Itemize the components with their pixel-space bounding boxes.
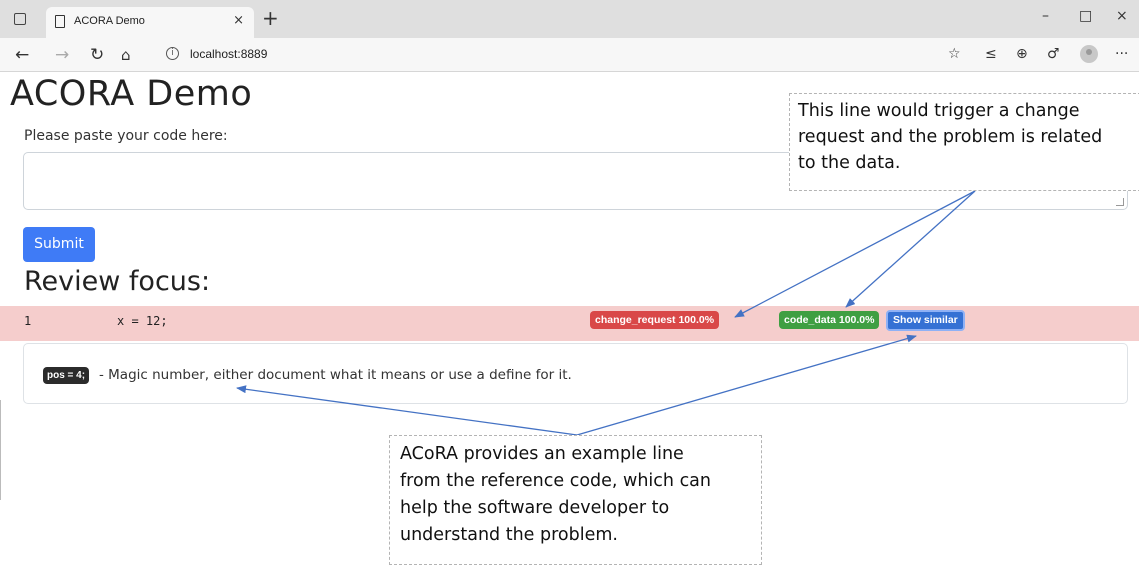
extensions-icon[interactable]: ♂ <box>1047 46 1060 62</box>
maximize-button[interactable]: □ <box>1079 8 1092 24</box>
back-icon[interactable]: ← <box>15 45 29 65</box>
result-row <box>0 306 1139 341</box>
home-icon[interactable]: ⌂ <box>121 46 131 64</box>
code-data-badge: code_data 100.0% <box>779 311 880 329</box>
callout-line: request and the problem is related <box>798 127 1103 147</box>
viewport-border <box>0 400 1 500</box>
pos-badge: pos = 4; <box>43 367 90 384</box>
reload-icon[interactable]: ↻ <box>90 45 104 65</box>
url-field[interactable]: i localhost:8889 <box>152 42 938 68</box>
page-title: ACORA Demo <box>10 74 253 114</box>
close-window-button[interactable]: × <box>1116 8 1128 24</box>
tab-bar: ACORA Demo × + – □ × <box>0 0 1139 38</box>
new-tab-button[interactable]: + <box>262 8 279 28</box>
profile-icon[interactable] <box>1080 45 1098 63</box>
page-icon <box>55 15 65 28</box>
callout-change-request: This line would trigger a change request… <box>789 93 1139 191</box>
more-icon[interactable]: ··· <box>1115 46 1128 62</box>
callout-line: from the reference code, which can <box>400 471 712 491</box>
show-similar-button[interactable]: Show similar <box>886 310 965 331</box>
change-request-badge: change_request 100.0% <box>590 311 720 329</box>
favorites-icon[interactable]: ≤ <box>985 46 997 62</box>
callout-line: ACoRA provides an example line <box>400 444 684 464</box>
submit-button[interactable]: Submit <box>23 227 95 262</box>
code-line: x = 12; <box>117 314 168 328</box>
similar-example-text: - Magic number, either document what it … <box>99 367 572 383</box>
callout-line: help the software developer to <box>400 498 670 518</box>
minimize-button[interactable]: – <box>1042 8 1049 24</box>
info-icon[interactable]: i <box>166 47 179 60</box>
resize-grip-icon[interactable] <box>1116 198 1124 206</box>
callout-line: understand the problem. <box>400 525 618 545</box>
callout-line: to the data. <box>798 153 901 173</box>
callout-line: This line would trigger a change <box>798 101 1080 121</box>
line-number: 1 <box>24 314 32 328</box>
url-text: localhost:8889 <box>190 47 268 61</box>
tab-title: ACORA Demo <box>74 15 145 27</box>
browser-tab[interactable]: ACORA Demo × <box>46 7 254 38</box>
address-bar: ← → ↻ ⌂ i localhost:8889 ☆ ≤ ⊕ ♂ ··· <box>0 38 1139 72</box>
tab-actions-icon[interactable] <box>14 13 26 25</box>
forward-icon[interactable]: → <box>55 45 69 65</box>
read-aloud-icon[interactable]: ☆ <box>948 46 961 62</box>
review-focus-heading: Review focus: <box>24 266 211 297</box>
callout-example-line: ACoRA provides an example line from the … <box>389 435 762 565</box>
tab-close-icon[interactable]: × <box>233 13 244 28</box>
code-prompt-label: Please paste your code here: <box>24 128 228 144</box>
collections-icon[interactable]: ⊕ <box>1016 46 1028 62</box>
